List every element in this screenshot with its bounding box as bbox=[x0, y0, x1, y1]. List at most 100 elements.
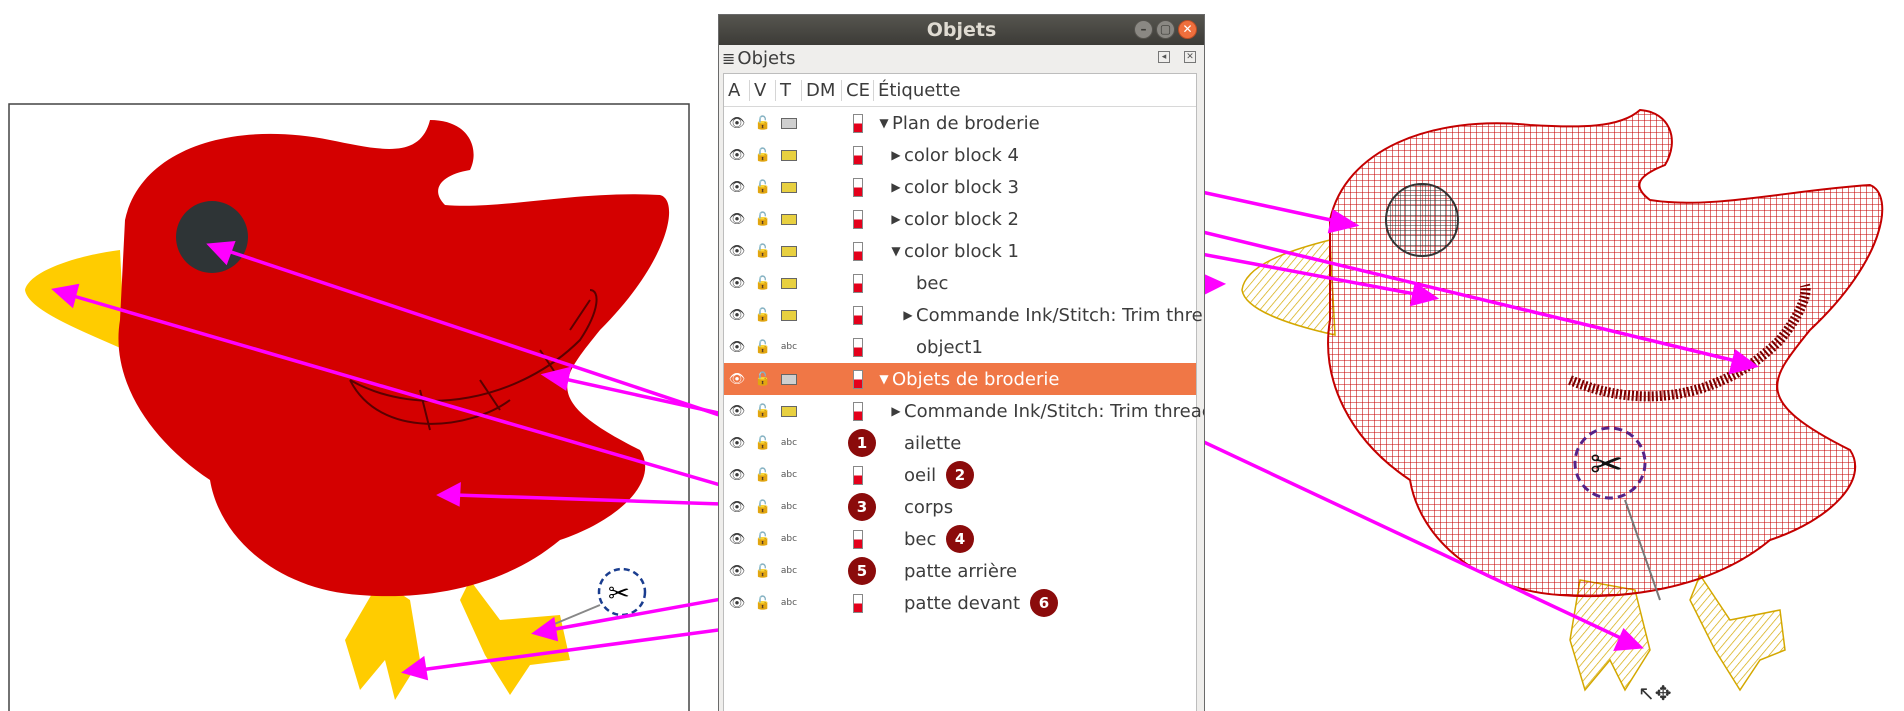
col-a[interactable]: A bbox=[724, 79, 750, 101]
color-swatch[interactable] bbox=[842, 177, 874, 197]
tree-row[interactable]: 👁 🔓 abc patte devant 6 bbox=[724, 587, 1196, 619]
lock-icon[interactable]: 🔓 bbox=[750, 372, 776, 387]
col-t[interactable]: T bbox=[776, 79, 802, 101]
eye-icon[interactable]: 👁 bbox=[724, 372, 750, 387]
eye-icon[interactable]: 👁 bbox=[724, 148, 750, 163]
tree-row[interactable]: 👁 🔓 abc patte arrière 5 bbox=[724, 555, 1196, 587]
color-swatch[interactable] bbox=[842, 529, 874, 549]
dock-close-icon[interactable]: ✕ bbox=[1184, 51, 1196, 63]
color-swatch[interactable] bbox=[842, 593, 874, 613]
expand-toggle-icon[interactable]: ▼ bbox=[878, 116, 890, 130]
maximize-button[interactable]: ▢ bbox=[1156, 20, 1175, 39]
eye-icon[interactable]: 👁 bbox=[724, 212, 750, 227]
badge-5: 5 bbox=[848, 557, 876, 585]
row-label: object1 bbox=[916, 336, 983, 358]
dock-header: ≣ Objets ◂ ✕ bbox=[719, 45, 1204, 71]
color-swatch[interactable] bbox=[842, 209, 874, 229]
color-swatch[interactable] bbox=[842, 401, 874, 421]
tree-row[interactable]: 👁 🔓 abc object1 bbox=[724, 331, 1196, 363]
lock-icon[interactable]: 🔓 bbox=[750, 500, 776, 515]
lock-icon[interactable]: 🔓 bbox=[750, 596, 776, 611]
color-swatch[interactable] bbox=[842, 241, 874, 261]
tree-row[interactable]: 👁 🔓 ▶ Commande Ink/Stitch: Trim thre bbox=[724, 299, 1203, 331]
dock-iconify-icon[interactable]: ◂ bbox=[1158, 51, 1170, 63]
type-icon: abc bbox=[780, 534, 798, 544]
lock-icon[interactable]: 🔓 bbox=[750, 404, 776, 419]
lock-icon[interactable]: 🔓 bbox=[750, 564, 776, 579]
eye-icon[interactable]: 👁 bbox=[724, 404, 750, 419]
row-label: bec bbox=[916, 272, 949, 294]
tree-row[interactable]: 👁 🔓 bec bbox=[724, 267, 1196, 299]
lock-icon[interactable]: 🔓 bbox=[750, 532, 776, 547]
dock-grip-icon[interactable]: ≣ bbox=[722, 49, 735, 68]
color-swatch[interactable] bbox=[842, 369, 874, 389]
eye-icon[interactable]: 👁 bbox=[724, 276, 750, 291]
lock-icon[interactable]: 🔓 bbox=[750, 436, 776, 451]
eye-icon[interactable]: 👁 bbox=[724, 468, 750, 483]
tree-row[interactable]: 👁 🔓 ▶ color block 2 bbox=[724, 203, 1196, 235]
objects-tree[interactable]: A V T DM CE Étiquette 👁 🔓 ▼ Plan de broderi… bbox=[723, 73, 1204, 711]
color-swatch[interactable] bbox=[842, 145, 874, 165]
window-titlebar[interactable]: Objets – ▢ ✕ bbox=[719, 15, 1204, 45]
expand-toggle-icon[interactable]: ▶ bbox=[890, 212, 902, 226]
lock-icon[interactable]: 🔓 bbox=[750, 276, 776, 291]
lock-icon[interactable]: 🔓 bbox=[750, 148, 776, 163]
lock-icon[interactable]: 🔓 bbox=[750, 244, 776, 259]
row-label: ailette bbox=[904, 432, 962, 454]
color-swatch[interactable] bbox=[842, 305, 874, 325]
eye-icon[interactable]: 👁 bbox=[724, 532, 750, 547]
minimize-button[interactable]: – bbox=[1134, 20, 1153, 39]
type-icon bbox=[776, 148, 802, 163]
color-swatch[interactable] bbox=[842, 465, 874, 485]
col-v[interactable]: V bbox=[750, 79, 776, 101]
expand-toggle-icon[interactable]: ▶ bbox=[902, 308, 914, 322]
eye-icon[interactable]: 👁 bbox=[724, 244, 750, 259]
eye-icon[interactable]: 👁 bbox=[724, 116, 750, 131]
lock-icon[interactable]: 🔓 bbox=[750, 116, 776, 131]
col-label[interactable]: Étiquette bbox=[874, 80, 1174, 101]
tree-row[interactable]: 👁 🔓 abc oeil 2 bbox=[724, 459, 1196, 491]
lock-icon[interactable]: 🔓 bbox=[750, 212, 776, 227]
tree-row[interactable]: 👁 🔓 ▼ Plan de broderie bbox=[724, 107, 1196, 139]
lock-icon[interactable]: 🔓 bbox=[750, 180, 776, 195]
tree-row[interactable]: 👁 🔓 abc bec 4 bbox=[724, 523, 1196, 555]
expand-toggle-icon[interactable]: ▼ bbox=[878, 372, 890, 386]
eye-icon[interactable]: 👁 bbox=[724, 340, 750, 355]
tree-row[interactable]: 👁 🔓 ▶ Commande Ink/Stitch: Trim threac bbox=[724, 395, 1204, 427]
tree-row[interactable]: 👁 🔓 ▼ Objets de broderie bbox=[724, 363, 1196, 395]
tree-row[interactable]: 👁 🔓 abc corps 3 bbox=[724, 491, 1196, 523]
row-label: Plan de broderie bbox=[892, 112, 1040, 134]
tree-row[interactable]: 👁 🔓 abc ailette 1 bbox=[724, 427, 1196, 459]
dock-title: Objets bbox=[737, 47, 796, 69]
expand-toggle-icon[interactable]: ▶ bbox=[890, 404, 902, 418]
expand-toggle-icon[interactable]: ▼ bbox=[890, 244, 902, 258]
type-icon bbox=[776, 244, 802, 259]
row-label: Commande Ink/Stitch: Trim threac bbox=[904, 400, 1205, 422]
lock-icon[interactable]: 🔓 bbox=[750, 340, 776, 355]
cursor-icon: ↖✥ bbox=[1638, 681, 1672, 705]
row-label: Objets de broderie bbox=[892, 368, 1060, 390]
eye-icon[interactable]: 👁 bbox=[724, 564, 750, 579]
expand-toggle-icon[interactable]: ▶ bbox=[890, 148, 902, 162]
color-swatch[interactable] bbox=[842, 273, 874, 293]
eye-icon[interactable]: 👁 bbox=[724, 500, 750, 515]
eye-icon[interactable]: 👁 bbox=[724, 596, 750, 611]
color-swatch[interactable] bbox=[842, 113, 874, 133]
close-button[interactable]: ✕ bbox=[1178, 20, 1197, 39]
col-ce[interactable]: CE bbox=[842, 79, 874, 101]
tree-row[interactable]: 👁 🔓 ▼ color block 1 bbox=[724, 235, 1196, 267]
eye-icon[interactable]: 👁 bbox=[724, 308, 750, 323]
tree-row[interactable]: 👁 🔓 ▶ color block 4 bbox=[724, 139, 1196, 171]
eye-icon[interactable]: 👁 bbox=[724, 180, 750, 195]
badge-2: 2 bbox=[946, 461, 974, 489]
color-swatch[interactable] bbox=[842, 337, 874, 357]
eye-icon[interactable]: 👁 bbox=[724, 436, 750, 451]
expand-toggle-icon[interactable]: ▶ bbox=[890, 180, 902, 194]
tree-rows: 👁 🔓 ▼ Plan de broderie 👁 🔓 ▶ color block 4 👁 🔓 ▶ co… bbox=[724, 107, 1204, 619]
type-icon: abc bbox=[780, 566, 798, 576]
lock-icon[interactable]: 🔓 bbox=[750, 468, 776, 483]
lock-icon[interactable]: 🔓 bbox=[750, 308, 776, 323]
tree-row[interactable]: 👁 🔓 ▶ color block 3 bbox=[724, 171, 1196, 203]
stitch-preview: ✂ ↖✥ bbox=[1241, 108, 1884, 705]
col-dm[interactable]: DM bbox=[802, 79, 842, 101]
